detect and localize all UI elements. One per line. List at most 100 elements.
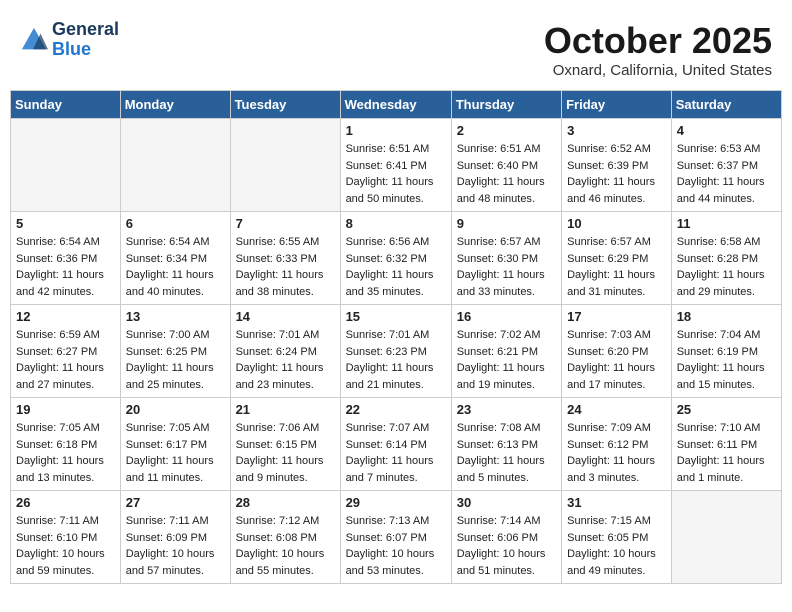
- day-number: 6: [126, 216, 225, 231]
- day-info: Sunrise: 7:13 AMSunset: 6:07 PMDaylight:…: [346, 513, 446, 579]
- day-number: 12: [16, 309, 115, 324]
- day-info: Sunrise: 7:03 AMSunset: 6:20 PMDaylight:…: [567, 327, 666, 393]
- day-number: 16: [457, 309, 556, 324]
- day-number: 2: [457, 123, 556, 138]
- day-number: 7: [236, 216, 335, 231]
- calendar-cell: 25 Sunrise: 7:10 AMSunset: 6:11 PMDayligh…: [671, 398, 781, 491]
- calendar-cell: 7 Sunrise: 6:55 AMSunset: 6:33 PMDaylight…: [230, 212, 340, 305]
- weekday-header: Wednesday: [340, 91, 451, 119]
- day-info: Sunrise: 7:06 AMSunset: 6:15 PMDaylight:…: [236, 420, 335, 486]
- day-info: Sunrise: 7:00 AMSunset: 6:25 PMDaylight:…: [126, 327, 225, 393]
- page-header: General Blue October 2025 Oxnard, Califo…: [10, 10, 782, 84]
- day-info: Sunrise: 6:58 AMSunset: 6:28 PMDaylight:…: [677, 234, 776, 300]
- weekday-header: Friday: [562, 91, 672, 119]
- weekday-header: Sunday: [11, 91, 121, 119]
- weekday-header: Monday: [120, 91, 230, 119]
- day-info: Sunrise: 6:54 AMSunset: 6:36 PMDaylight:…: [16, 234, 115, 300]
- day-number: 27: [126, 495, 225, 510]
- day-number: 8: [346, 216, 446, 231]
- calendar-week-row: 19 Sunrise: 7:05 AMSunset: 6:18 PMDayligh…: [11, 398, 782, 491]
- day-info: Sunrise: 7:12 AMSunset: 6:08 PMDaylight:…: [236, 513, 335, 579]
- day-info: Sunrise: 7:15 AMSunset: 6:05 PMDaylight:…: [567, 513, 666, 579]
- logo-general: General: [52, 19, 119, 39]
- day-info: Sunrise: 7:01 AMSunset: 6:24 PMDaylight:…: [236, 327, 335, 393]
- calendar-cell: [671, 491, 781, 584]
- calendar-cell: 4Sunrise: 6:53 AMSunset: 6:37 PMDaylight…: [671, 119, 781, 212]
- calendar-cell: 12Sunrise: 6:59 AMSunset: 6:27 PMDayligh…: [11, 305, 121, 398]
- day-number: 30: [457, 495, 556, 510]
- day-number: 29: [346, 495, 446, 510]
- day-number: 18: [677, 309, 776, 324]
- calendar-cell: 30 Sunrise: 7:14 AMSunset: 6:06 PMDayligh…: [451, 491, 561, 584]
- calendar-week-row: 12Sunrise: 6:59 AMSunset: 6:27 PMDayligh…: [11, 305, 782, 398]
- calendar-cell: [230, 119, 340, 212]
- calendar-cell: 1Sunrise: 6:51 AMSunset: 6:41 PMDaylight…: [340, 119, 451, 212]
- calendar-cell: 27 Sunrise: 7:11 AMSunset: 6:09 PMDayligh…: [120, 491, 230, 584]
- day-info: Sunrise: 6:52 AMSunset: 6:39 PMDaylight:…: [567, 141, 666, 207]
- calendar-table: SundayMondayTuesdayWednesdayThursdayFrid…: [10, 90, 782, 584]
- calendar-cell: 19 Sunrise: 7:05 AMSunset: 6:18 PMDayligh…: [11, 398, 121, 491]
- day-info: Sunrise: 7:01 AMSunset: 6:23 PMDaylight:…: [346, 327, 446, 393]
- calendar-cell: 15 Sunrise: 7:01 AMSunset: 6:23 PMDayligh…: [340, 305, 451, 398]
- day-info: Sunrise: 7:07 AMSunset: 6:14 PMDaylight:…: [346, 420, 446, 486]
- calendar-cell: 29 Sunrise: 7:13 AMSunset: 6:07 PMDayligh…: [340, 491, 451, 584]
- weekday-header: Thursday: [451, 91, 561, 119]
- day-number: 24: [567, 402, 666, 417]
- day-number: 22: [346, 402, 446, 417]
- header-row: SundayMondayTuesdayWednesdayThursdayFrid…: [11, 91, 782, 119]
- day-number: 25: [677, 402, 776, 417]
- weekday-header: Saturday: [671, 91, 781, 119]
- calendar-cell: [11, 119, 121, 212]
- day-number: 17: [567, 309, 666, 324]
- calendar-cell: 20 Sunrise: 7:05 AMSunset: 6:17 PMDayligh…: [120, 398, 230, 491]
- day-info: Sunrise: 7:10 AMSunset: 6:11 PMDaylight:…: [677, 420, 776, 486]
- calendar-week-row: 26Sunrise: 7:11 AMSunset: 6:10 PMDayligh…: [11, 491, 782, 584]
- calendar-cell: 3 Sunrise: 6:52 AMSunset: 6:39 PMDaylight…: [562, 119, 672, 212]
- day-info: Sunrise: 7:02 AMSunset: 6:21 PMDaylight:…: [457, 327, 556, 393]
- logo-blue: Blue: [52, 39, 91, 59]
- title-block: October 2025 Oxnard, California, United …: [544, 20, 772, 79]
- calendar-week-row: 1Sunrise: 6:51 AMSunset: 6:41 PMDaylight…: [11, 119, 782, 212]
- calendar-cell: 26Sunrise: 7:11 AMSunset: 6:10 PMDayligh…: [11, 491, 121, 584]
- day-number: 4: [677, 123, 776, 138]
- day-number: 21: [236, 402, 335, 417]
- logo-icon: [20, 26, 48, 54]
- day-info: Sunrise: 6:51 AMSunset: 6:40 PMDaylight:…: [457, 141, 556, 207]
- calendar-cell: 23 Sunrise: 7:08 AMSunset: 6:13 PMDayligh…: [451, 398, 561, 491]
- logo: General Blue: [20, 20, 119, 60]
- day-number: 10: [567, 216, 666, 231]
- day-number: 28: [236, 495, 335, 510]
- calendar-cell: 6Sunrise: 6:54 AMSunset: 6:34 PMDaylight…: [120, 212, 230, 305]
- calendar-cell: 22 Sunrise: 7:07 AMSunset: 6:14 PMDayligh…: [340, 398, 451, 491]
- day-info: Sunrise: 7:08 AMSunset: 6:13 PMDaylight:…: [457, 420, 556, 486]
- weekday-header: Tuesday: [230, 91, 340, 119]
- calendar-week-row: 5Sunrise: 6:54 AMSunset: 6:36 PMDaylight…: [11, 212, 782, 305]
- day-info: Sunrise: 7:05 AMSunset: 6:18 PMDaylight:…: [16, 420, 115, 486]
- day-info: Sunrise: 7:04 AMSunset: 6:19 PMDaylight:…: [677, 327, 776, 393]
- day-number: 19: [16, 402, 115, 417]
- day-number: 23: [457, 402, 556, 417]
- day-info: Sunrise: 7:05 AMSunset: 6:17 PMDaylight:…: [126, 420, 225, 486]
- calendar-cell: 13Sunrise: 7:00 AMSunset: 6:25 PMDayligh…: [120, 305, 230, 398]
- calendar-cell: 5Sunrise: 6:54 AMSunset: 6:36 PMDaylight…: [11, 212, 121, 305]
- day-number: 31: [567, 495, 666, 510]
- calendar-cell: 21 Sunrise: 7:06 AMSunset: 6:15 PMDayligh…: [230, 398, 340, 491]
- day-number: 15: [346, 309, 446, 324]
- day-info: Sunrise: 7:11 AMSunset: 6:09 PMDaylight:…: [126, 513, 225, 579]
- calendar-cell: 2 Sunrise: 6:51 AMSunset: 6:40 PMDaylight…: [451, 119, 561, 212]
- day-number: 26: [16, 495, 115, 510]
- day-info: Sunrise: 7:14 AMSunset: 6:06 PMDaylight:…: [457, 513, 556, 579]
- day-info: Sunrise: 7:09 AMSunset: 6:12 PMDaylight:…: [567, 420, 666, 486]
- day-number: 11: [677, 216, 776, 231]
- day-info: Sunrise: 6:57 AMSunset: 6:30 PMDaylight:…: [457, 234, 556, 300]
- month-title: October 2025: [544, 20, 772, 62]
- calendar-cell: 10Sunrise: 6:57 AMSunset: 6:29 PMDayligh…: [562, 212, 672, 305]
- day-number: 3: [567, 123, 666, 138]
- calendar-cell: 28 Sunrise: 7:12 AMSunset: 6:08 PMDayligh…: [230, 491, 340, 584]
- day-number: 1: [346, 123, 446, 138]
- day-info: Sunrise: 6:55 AMSunset: 6:33 PMDaylight:…: [236, 234, 335, 300]
- location: Oxnard, California, United States: [544, 62, 772, 79]
- calendar-cell: [120, 119, 230, 212]
- day-number: 20: [126, 402, 225, 417]
- day-info: Sunrise: 6:56 AMSunset: 6:32 PMDaylight:…: [346, 234, 446, 300]
